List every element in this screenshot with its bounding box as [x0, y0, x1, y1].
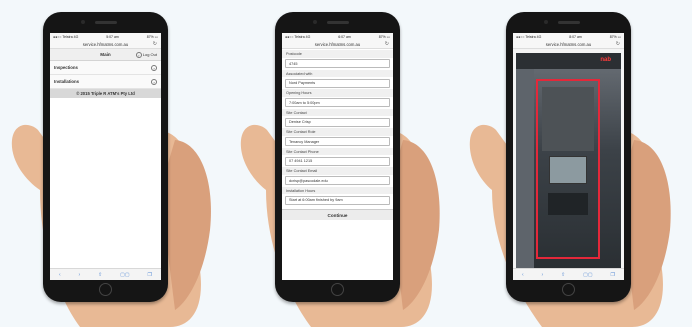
field-value: 4745 — [289, 61, 298, 66]
status-bar: ●●○○ Telstra 4G 5:07 am 87% ▭ — [50, 33, 161, 40]
share-icon[interactable]: ⇧ — [561, 272, 565, 278]
copyright-text: © 2015 Triple R ATM's Pty Ltd — [76, 91, 135, 96]
bookmarks-icon[interactable]: ▢▢ — [120, 272, 129, 278]
site-contact-field[interactable]: Denise Crisp — [285, 117, 390, 127]
menu-item-inspections[interactable]: Inspections › — [50, 61, 161, 75]
address-bar[interactable]: service.hfmatms.com.au ↻ — [513, 40, 624, 49]
phone-2-group: ●●○○ Telstra 4G 6:07 am 87% ▭ service.hf… — [231, 0, 461, 327]
phone-2-device: ●●○○ Telstra 4G 6:07 am 87% ▭ service.hf… — [275, 12, 400, 302]
url-text: service.hfmatms.com.au — [314, 41, 361, 47]
site-contact-role-field[interactable]: Tenancy Manager — [285, 137, 390, 146]
address-bar[interactable]: service.hfmatms.com.au ↻ — [282, 40, 393, 49]
copyright-footer: © 2015 Triple R ATM's Pty Ltd — [50, 89, 161, 98]
home-button[interactable] — [561, 283, 575, 296]
phone-1-screen: ●●○○ Telstra 4G 5:07 am 87% ▭ service.hf… — [50, 33, 161, 280]
phone-3-group: ●●○○ Telstra 4G 8:07 am 87% ▭ service.hf… — [462, 0, 692, 327]
atm-photo[interactable]: nab — [516, 53, 621, 269]
continue-label: Continue — [327, 212, 348, 218]
browser-toolbar: ‹ › ⇧ ▢▢ ❐ — [50, 268, 161, 280]
atm-upper-panel — [542, 87, 594, 151]
atm-screen — [549, 156, 587, 184]
address-bar[interactable]: service.hfmatms.com.au ↻ — [50, 40, 161, 49]
front-camera-icon — [313, 20, 317, 24]
field-label-opening-hours: Opening Hours — [282, 89, 393, 97]
field-value: Tenancy Manager — [289, 139, 320, 144]
field-value: 07 4941 1215 — [289, 159, 313, 163]
opening-hours-field[interactable]: 7:00am to 5:00pm — [285, 98, 390, 107]
phone-2-screen: ●●○○ Telstra 4G 6:07 am 87% ▭ service.hf… — [282, 33, 393, 280]
reload-icon[interactable]: ↻ — [616, 41, 620, 47]
clock-label: 6:07 am — [338, 34, 351, 39]
clock-label: 8:07 am — [569, 34, 582, 39]
bookmarks-icon[interactable]: ▢▢ — [583, 272, 592, 278]
installation-hours-field[interactable]: Start at 6:00am finished by 9am — [285, 195, 390, 205]
field-label-site-contact-phone: Site Contact Phone — [282, 147, 393, 155]
phone-1-device: ●●○○ Telstra 4G 5:07 am 87% ▭ service.hf… — [43, 12, 168, 302]
share-icon[interactable]: ⇧ — [98, 272, 102, 278]
tabs-icon[interactable]: ❐ — [148, 272, 152, 278]
carrier-label: ●●○○ Telstra 4G — [285, 34, 311, 39]
field-label-site-contact-role: Site Contact Role — [282, 128, 393, 136]
phone-3-screen: ●●○○ Telstra 4G 8:07 am 87% ▭ service.hf… — [513, 33, 624, 280]
front-camera-icon — [544, 20, 548, 24]
site-contact-email-field[interactable]: dcrisp@pascodale.edu — [285, 176, 390, 185]
field-label-installation-hours: Installation Hours — [282, 186, 393, 194]
atm-side-panel — [516, 69, 534, 269]
forward-icon[interactable]: › — [79, 272, 81, 278]
home-button[interactable] — [98, 283, 112, 296]
menu-item-installations[interactable]: Installations › — [50, 75, 161, 89]
field-value: Start at 6:00am finished by 9am — [289, 198, 343, 202]
speaker-grille — [557, 21, 580, 24]
home-button[interactable] — [330, 283, 344, 296]
browser-toolbar: ‹ › ⇧ ▢▢ ❐ — [513, 268, 624, 280]
logout-icon: › — [135, 51, 142, 58]
url-text: service.hfmatms.com.au — [545, 41, 592, 47]
associated-with-field[interactable]: Nord Payments — [285, 78, 390, 88]
logout-label: Log Out — [142, 52, 157, 57]
field-value: dcrisp@pascodale.edu — [289, 178, 328, 183]
field-label-site-contact: Site Contact — [282, 108, 393, 116]
battery-label: 87% ▭ — [378, 34, 390, 39]
app-header: Main › Log Out — [50, 49, 161, 61]
field-value: 7:00am to 5:00pm — [289, 100, 320, 105]
url-text: service.hfmatms.com.au — [82, 41, 129, 47]
front-camera-icon — [81, 20, 85, 24]
speaker-grille — [94, 21, 117, 24]
clock-label: 5:07 am — [106, 34, 119, 39]
chevron-right-icon: › — [151, 64, 157, 71]
tabs-icon[interactable]: ❐ — [611, 272, 615, 278]
phone-3-device: ●●○○ Telstra 4G 8:07 am 87% ▭ service.hf… — [506, 12, 631, 302]
field-value: Nord Payments — [289, 81, 316, 85]
status-bar: ●●○○ Telstra 4G 8:07 am 87% ▭ — [513, 33, 624, 40]
battery-label: 87% ▭ — [609, 34, 621, 39]
field-label-postcode: Postcode — [282, 50, 393, 58]
carrier-label: ●●○○ Telstra 4G — [516, 34, 542, 39]
nab-logo: nab — [600, 57, 611, 63]
reload-icon[interactable]: ↻ — [385, 41, 389, 47]
carrier-label: ●●○○ Telstra 4G — [53, 34, 79, 39]
installation-form: Postcode 4745 Associated with Nord Payme… — [282, 49, 393, 207]
field-label-associated: Associated with — [282, 69, 393, 77]
menu-item-label: Inspections — [54, 65, 78, 70]
field-value: Denise Crisp — [289, 120, 311, 124]
page-title: Main — [100, 52, 111, 57]
back-icon[interactable]: ‹ — [59, 272, 61, 278]
chevron-right-icon: › — [151, 78, 157, 85]
site-contact-phone-field[interactable]: 07 4941 1215 — [285, 156, 390, 166]
postcode-field[interactable]: 4745 — [285, 59, 390, 68]
battery-label: 87% ▭ — [146, 34, 158, 39]
forward-icon[interactable]: › — [542, 272, 544, 278]
menu-item-label: Installations — [54, 79, 80, 84]
continue-button[interactable]: Continue — [282, 209, 393, 220]
reload-icon[interactable]: ↻ — [153, 41, 157, 47]
speaker-grille — [326, 21, 349, 24]
field-label-site-contact-email: Site Contact Email — [282, 167, 393, 175]
phone-1-group: ●●○○ Telstra 4G 5:07 am 87% ▭ service.hf… — [0, 0, 230, 327]
stage: ●●○○ Telstra 4G 5:07 am 87% ▭ service.hf… — [0, 0, 692, 327]
logout-button[interactable]: › Log Out — [135, 51, 157, 58]
status-bar: ●●○○ Telstra 4G 6:07 am 87% ▭ — [282, 33, 393, 40]
back-icon[interactable]: ‹ — [522, 272, 524, 278]
atm-cash-slot — [548, 193, 588, 215]
